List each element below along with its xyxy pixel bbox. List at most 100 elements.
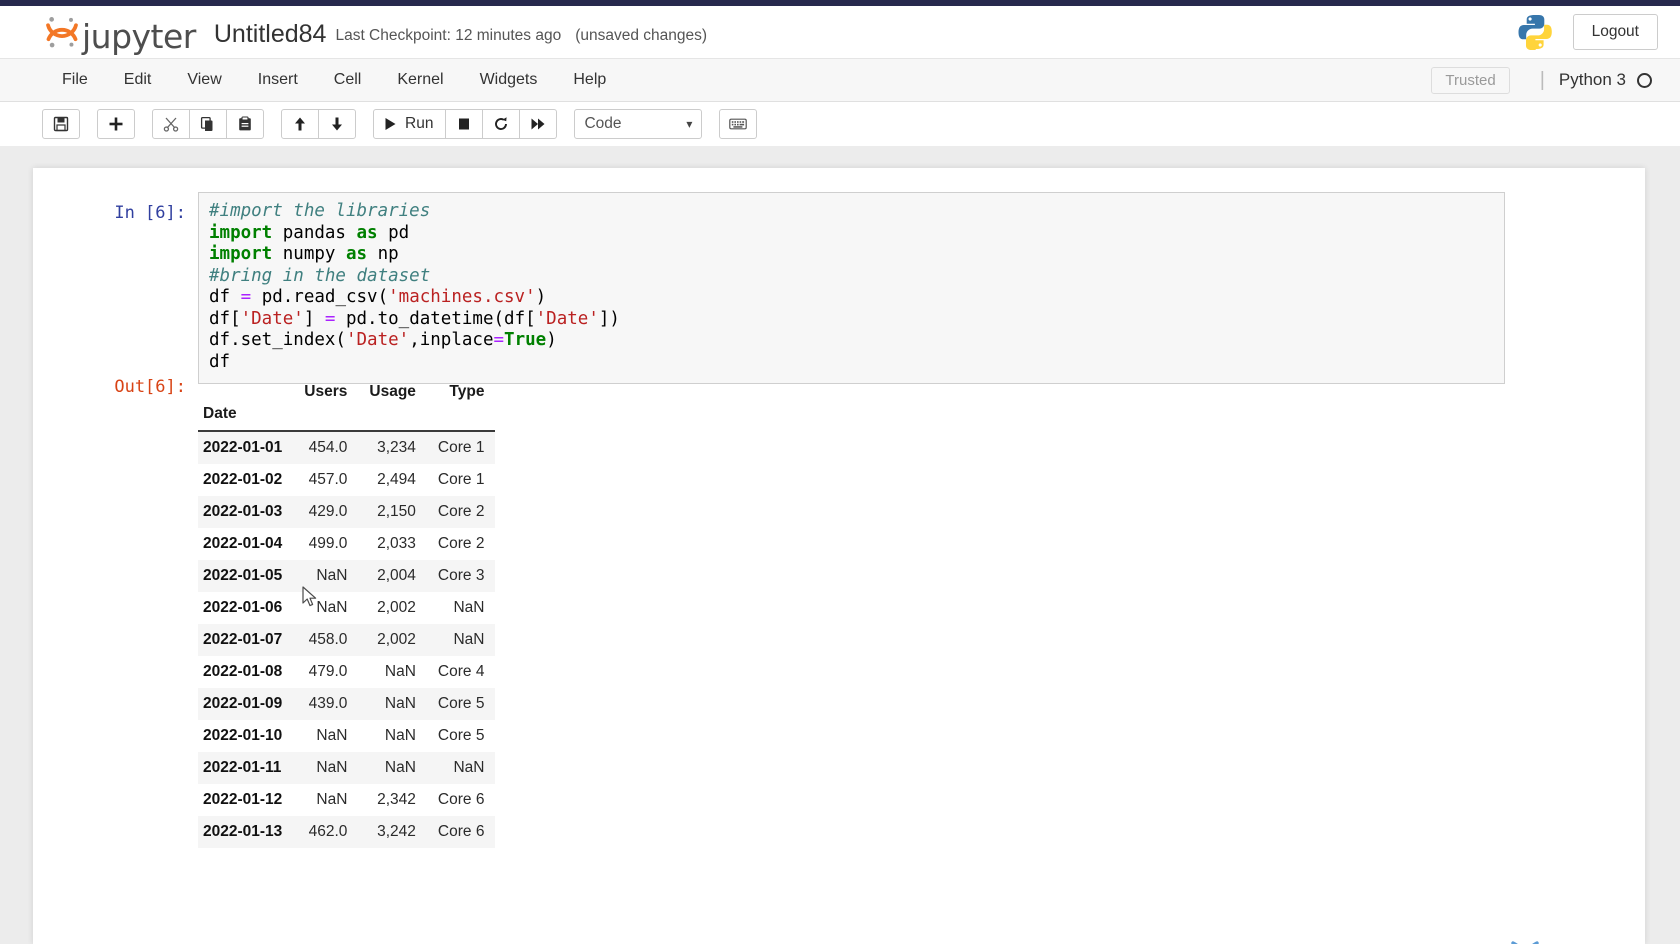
cell-type: NaN xyxy=(453,599,485,616)
cell-date: 2022-01-03 xyxy=(203,503,283,520)
kernel-indicator-label[interactable]: Python 3 xyxy=(1559,70,1626,90)
cell-date: 2022-01-06 xyxy=(203,599,283,616)
insert-cell-below-button[interactable] xyxy=(97,109,135,139)
table-row: 2022-01-06 NaN 2,002 NaN xyxy=(198,592,496,624)
move-cell-up-button[interactable] xyxy=(281,109,319,139)
logout-button[interactable]: Logout xyxy=(1572,14,1658,50)
menu-item-kernel[interactable]: Kernel xyxy=(379,65,461,95)
toolbar-group-palette xyxy=(719,109,758,139)
toolbar-group-save xyxy=(42,109,80,139)
notebook-canvas: In [6]: #import the libraries import pan… xyxy=(33,168,1645,944)
subscribe-watermark: SUBSCRIBE xyxy=(1485,938,1565,944)
code-line-0: #import the libraries xyxy=(209,201,431,221)
menu-item-cell[interactable]: Cell xyxy=(316,65,380,95)
menu-item-widgets[interactable]: Widgets xyxy=(462,65,556,95)
paste-cells-button[interactable] xyxy=(226,109,264,139)
chevron-down-icon: ▾ xyxy=(686,117,693,131)
jupyter-notebook-app: jupyter Untitled84 Last Checkpoint: 12 m… xyxy=(0,0,1680,944)
copy-icon xyxy=(200,116,213,131)
menu-item-help[interactable]: Help xyxy=(555,65,624,95)
code-line: #import the libraries xyxy=(209,201,1494,223)
dataframe-output: Users Usage Type Date 2022-01-01 454.0 3,2… xyxy=(198,377,496,848)
cell-usage: NaN xyxy=(384,663,416,680)
command-palette-button[interactable] xyxy=(719,109,758,139)
cell-users: NaN xyxy=(316,791,348,808)
table-row: 2022-01-01 454.0 3,234 Core 1 xyxy=(198,431,496,464)
notebook-header: jupyter Untitled84 Last Checkpoint: 12 m… xyxy=(0,6,1680,58)
restart-kernel-button[interactable] xyxy=(482,109,521,139)
cell-date: 2022-01-12 xyxy=(203,791,283,808)
cell-usage: 2,002 xyxy=(377,631,416,648)
dna-helix-icon xyxy=(1511,941,1539,944)
menu-item-file[interactable]: File xyxy=(44,65,106,95)
code-line-7: df xyxy=(209,351,231,372)
cell-users: NaN xyxy=(316,727,348,744)
cell-type: NaN xyxy=(453,759,485,776)
cell-type: Core 2 xyxy=(437,503,485,520)
cell-usage: 2,342 xyxy=(377,791,416,808)
output-cell: Out[6]: Users Usage Type Date 2022-01-01… xyxy=(33,377,1645,848)
cut-cells-button[interactable] xyxy=(152,109,190,139)
save-button[interactable] xyxy=(42,109,80,139)
table-row: 2022-01-04 499.0 2,033 Core 2 xyxy=(198,528,496,560)
cell-users: 429.0 xyxy=(308,503,348,520)
cell-users: 457.0 xyxy=(308,471,348,488)
cell-date: 2022-01-08 xyxy=(203,663,283,680)
menubar-right-group: Trusted | Python 3 xyxy=(1431,66,1680,94)
cell-usage: 2,033 xyxy=(377,535,416,552)
menu-item-edit[interactable]: Edit xyxy=(106,65,170,95)
cell-usage: NaN xyxy=(384,695,416,712)
table-row: 2022-01-08 479.0 NaN Core 4 xyxy=(198,656,496,688)
cell-type: Core 6 xyxy=(437,791,485,808)
cell-type: Core 4 xyxy=(437,663,485,680)
toolbar-group-clipboard xyxy=(152,109,264,139)
table-row: 2022-01-07 458.0 2,002 NaN xyxy=(198,624,496,656)
column-header-users: Users xyxy=(304,383,348,400)
scissors-icon xyxy=(163,117,179,132)
cell-type: Core 5 xyxy=(437,695,485,712)
cell-type: Core 1 xyxy=(437,439,485,456)
fast-forward-icon xyxy=(531,118,545,130)
trusted-badge[interactable]: Trusted xyxy=(1431,66,1510,94)
cell-users: 458.0 xyxy=(308,631,348,648)
column-header-usage: Usage xyxy=(369,383,416,400)
code-cell[interactable]: In [6]: #import the libraries import pan… xyxy=(33,192,1645,384)
interrupt-kernel-button[interactable] xyxy=(445,109,484,139)
cell-type: NaN xyxy=(453,631,485,648)
cell-date: 2022-01-01 xyxy=(203,439,283,456)
dataframe-column-header-row: Users Usage Type xyxy=(198,379,495,403)
cell-type-select[interactable]: Code ▾ xyxy=(574,109,703,139)
cell-date: 2022-01-05 xyxy=(203,567,283,584)
cell-date: 2022-01-11 xyxy=(203,759,282,776)
cell-date: 2022-01-07 xyxy=(203,631,283,648)
copy-cells-button[interactable] xyxy=(189,109,227,139)
jupyter-mark-icon xyxy=(46,17,78,48)
menu-item-view[interactable]: View xyxy=(169,65,239,95)
restart-and-run-all-button[interactable] xyxy=(519,109,558,139)
notebook-title[interactable]: Untitled84 xyxy=(214,20,327,49)
code-line: #bring in the dataset xyxy=(209,266,1494,288)
cell-users: 479.0 xyxy=(308,663,348,680)
add-plus-icon xyxy=(109,117,123,131)
code-line: df = pd.read_csv('machines.csv') xyxy=(209,287,547,307)
cell-type: Core 5 xyxy=(437,727,485,744)
jupyter-logo[interactable]: jupyter xyxy=(44,13,196,53)
table-row: 2022-01-13 462.0 3,242 Core 6 xyxy=(198,816,496,848)
menu-item-insert[interactable]: Insert xyxy=(240,65,316,95)
mouse-cursor-pointer xyxy=(302,586,317,607)
cell-type: Core 1 xyxy=(437,471,485,488)
restart-circle-arrow-icon xyxy=(495,117,508,130)
table-row: 2022-01-12 NaN 2,342 Core 6 xyxy=(198,784,496,816)
cell-type-value: Code xyxy=(584,115,622,132)
cell-usage: 2,002 xyxy=(377,599,416,616)
cell-usage: NaN xyxy=(384,759,416,776)
dataframe-head: Users Usage Type Date xyxy=(198,379,496,431)
code-editor[interactable]: #import the libraries import pandas as p… xyxy=(198,192,1505,384)
dataframe-index-name: Date xyxy=(203,405,237,422)
run-cell-button[interactable]: Run xyxy=(373,109,447,139)
move-cell-down-button[interactable] xyxy=(318,109,356,139)
table-row: 2022-01-02 457.0 2,494 Core 1 xyxy=(198,464,496,496)
last-checkpoint-label: Last Checkpoint: 12 minutes ago xyxy=(335,27,562,44)
run-button-label: Run xyxy=(405,115,434,132)
code-line: import numpy as np xyxy=(209,244,399,264)
